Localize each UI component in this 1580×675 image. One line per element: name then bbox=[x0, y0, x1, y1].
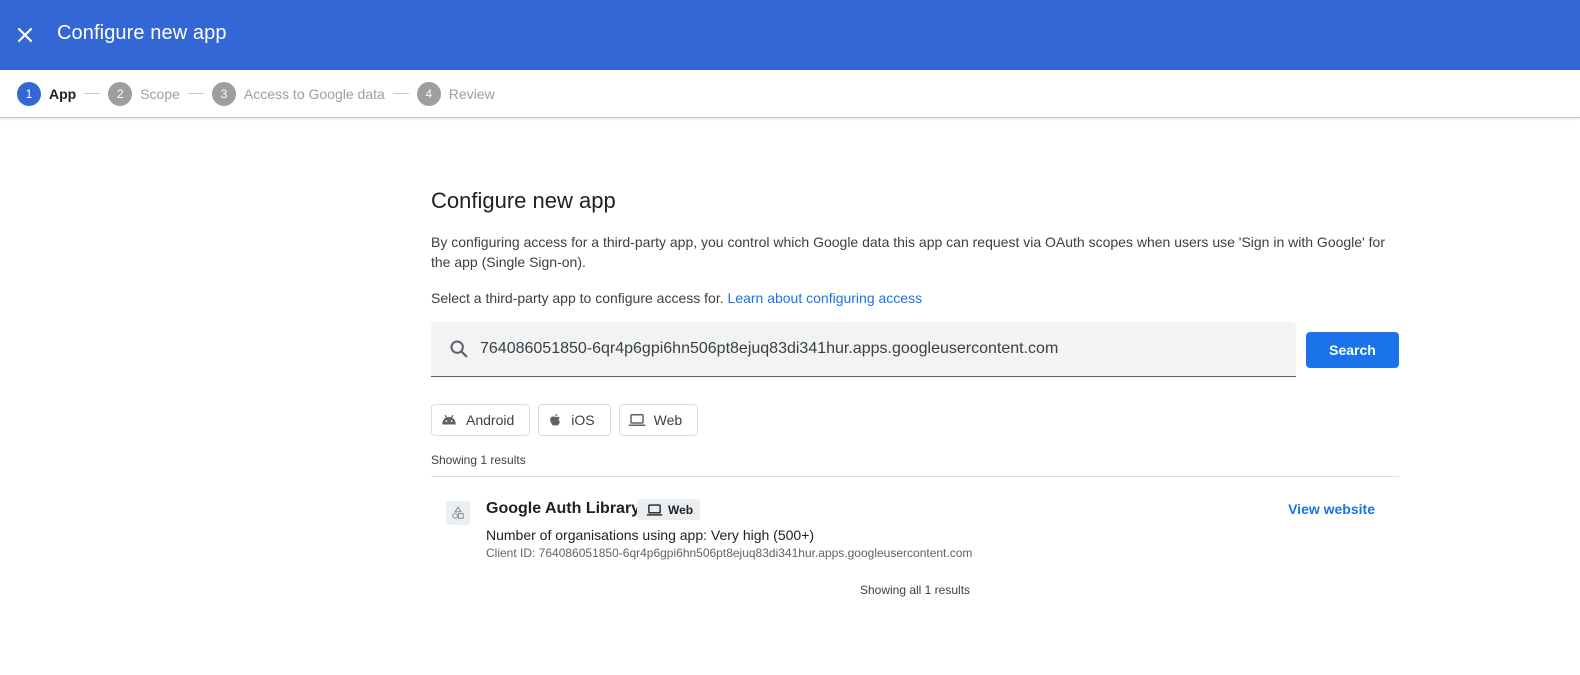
badge-label: Web bbox=[668, 502, 694, 517]
page-description: By configuring access for a third-party … bbox=[431, 234, 1385, 270]
step-number: 3 bbox=[211, 81, 236, 106]
filter-web[interactable]: Web bbox=[618, 404, 699, 436]
shapes-icon bbox=[452, 506, 464, 519]
filter-label: Web bbox=[653, 412, 683, 428]
app-name: Google Auth Library bbox=[486, 500, 641, 517]
search-button[interactable]: Search bbox=[1306, 331, 1399, 368]
result-item[interactable]: Google Auth Library Web Number of organi… bbox=[431, 477, 1399, 577]
step-access-to-google-data[interactable]: 3 Access to Google data bbox=[211, 81, 385, 106]
step-number: 1 bbox=[17, 81, 41, 106]
main-content: Configure new app By configuring access … bbox=[431, 188, 1399, 597]
step-scope[interactable]: 2 Scope bbox=[108, 81, 180, 106]
app-header: Configure new app bbox=[0, 0, 1580, 70]
client-id: Client ID: 764086051850-6qr4p6gpi6hn506p… bbox=[486, 546, 973, 560]
search-row: Search bbox=[431, 322, 1399, 377]
view-website-link[interactable]: View website bbox=[1288, 501, 1375, 517]
select-instruction: Select a third-party app to configure ac… bbox=[431, 290, 1399, 306]
step-number: 4 bbox=[416, 81, 441, 106]
results-count: Showing 1 results bbox=[431, 453, 1399, 477]
close-icon bbox=[17, 27, 33, 43]
platform-filters: Android iOS Web bbox=[431, 404, 1399, 436]
step-app[interactable]: 1 App bbox=[17, 81, 77, 106]
laptop-icon bbox=[646, 503, 663, 516]
learn-more-link[interactable]: Learn about configuring access bbox=[728, 290, 923, 306]
stepper: 1 App 2 Scope 3 Access to Google data 4 … bbox=[0, 70, 1580, 118]
select-text: Select a third-party app to configure ac… bbox=[431, 290, 724, 306]
android-icon bbox=[442, 414, 456, 425]
search-icon bbox=[450, 340, 468, 358]
header-title: Configure new app bbox=[57, 22, 227, 44]
search-field[interactable] bbox=[431, 322, 1296, 377]
app-placeholder-icon bbox=[446, 501, 470, 525]
apple-icon bbox=[550, 413, 561, 426]
step-label: Access to Google data bbox=[243, 85, 385, 102]
search-input[interactable] bbox=[480, 340, 1270, 358]
organisations-count: Number of organisations using app: Very … bbox=[486, 527, 815, 543]
filter-android[interactable]: Android bbox=[431, 404, 531, 436]
laptop-icon bbox=[628, 414, 645, 426]
close-button[interactable] bbox=[13, 23, 37, 47]
filter-label: Android bbox=[466, 412, 515, 428]
filter-label: iOS bbox=[571, 412, 595, 428]
page-title: Configure new app bbox=[431, 188, 616, 213]
step-label: Scope bbox=[140, 85, 180, 102]
step-review[interactable]: 4 Review bbox=[416, 81, 495, 106]
step-separator bbox=[84, 93, 101, 94]
step-separator bbox=[392, 93, 409, 94]
step-number: 2 bbox=[108, 81, 133, 106]
step-separator bbox=[187, 93, 204, 94]
results-footer: Showing all 1 results bbox=[859, 583, 971, 597]
platform-badge: Web bbox=[637, 499, 701, 520]
step-label: Review bbox=[448, 85, 495, 102]
step-label: App bbox=[49, 85, 77, 102]
filter-ios[interactable]: iOS bbox=[538, 404, 611, 436]
